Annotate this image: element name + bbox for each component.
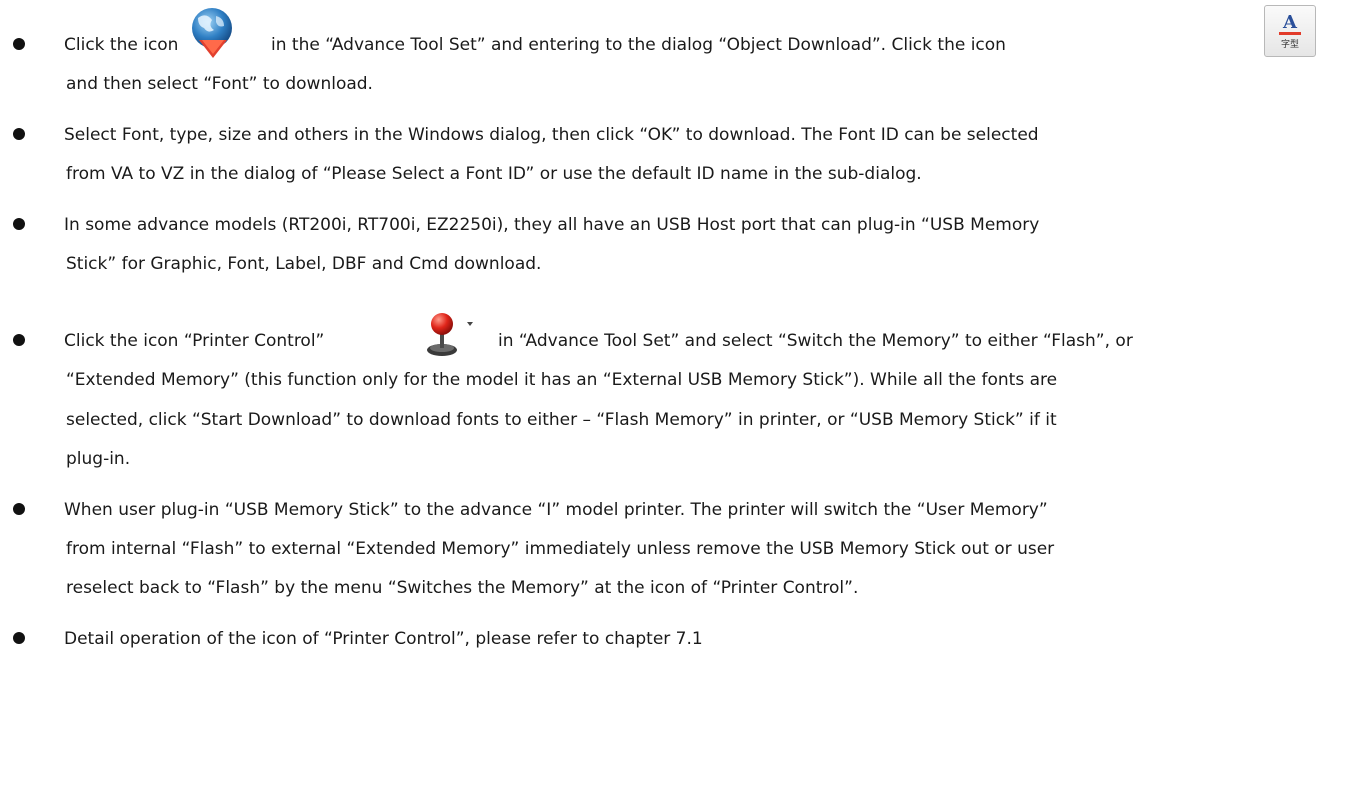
text-segment: Click the icon	[64, 35, 179, 55]
text-line: In some advance models (RT200i, RT700i, …	[64, 215, 1040, 235]
text-line: from internal “Flash” to external “Exten…	[66, 539, 1055, 559]
printer-control-joystick-icon[interactable]	[420, 310, 476, 360]
text-line: from VA to VZ in the dialog of “Please S…	[66, 164, 922, 184]
text-line: reselect back to “Flash” by the menu “Sw…	[66, 578, 859, 598]
text-line: plug-in.	[66, 449, 131, 469]
bullet-dot	[13, 128, 25, 140]
bullet-dot	[13, 632, 25, 644]
document-page: Click the icon in the “Advance Tool Set”…	[0, 0, 1347, 787]
bullet-dot	[13, 218, 25, 230]
text-segment: in the “Advance Tool Set” and entering t…	[271, 35, 1006, 55]
text-line: When user plug-in “USB Memory Stick” to …	[64, 500, 1048, 520]
bullet-dot	[13, 334, 25, 346]
font-glyph-icon[interactable]: A 字型	[1264, 5, 1316, 57]
text-segment: in “Advance Tool Set” and select “Switch…	[498, 331, 1133, 351]
text-line: “Extended Memory” (this function only fo…	[66, 370, 1058, 390]
text-line: Detail operation of the icon of “Printer…	[64, 629, 703, 649]
text-line: Select Font, type, size and others in th…	[64, 125, 1039, 145]
text-segment: Click the icon “Printer Control”	[64, 331, 325, 351]
font-glyph-underline	[1279, 32, 1301, 35]
text-line: selected, click “Start Download” to down…	[66, 410, 1057, 430]
download-globe-icon	[192, 8, 232, 58]
font-glyph-letter: A	[1283, 12, 1297, 33]
bullet-dot	[13, 38, 25, 50]
bullet-dot	[13, 503, 25, 515]
text-line: Stick” for Graphic, Font, Label, DBF and…	[66, 254, 542, 274]
font-glyph-caption: 字型	[1280, 40, 1299, 50]
text-line: and then select “Font” to download.	[66, 74, 373, 94]
